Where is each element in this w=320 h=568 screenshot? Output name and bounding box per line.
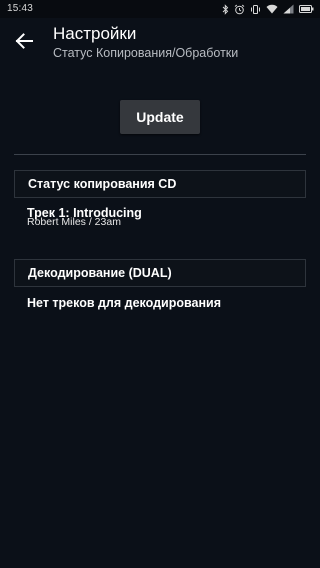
empty-decode-message: Нет треков для декодирования [27,296,221,310]
page-subtitle: Статус Копирования/Обработки [53,46,239,60]
app-bar: Настройки Статус Копирования/Обработки [0,18,320,68]
section-header-label: Декодирование (DUAL) [28,266,172,280]
status-bar: 15:43 [0,0,320,18]
battery-icon [299,5,314,13]
signal-icon [283,4,294,14]
vibrate-icon [250,4,261,15]
status-time: 15:43 [7,3,34,14]
wifi-icon [266,4,278,14]
alarm-icon [234,4,245,15]
section-header-label: Статус копирования CD [28,177,177,191]
bluetooth-icon [222,3,229,15]
section-header-cd-copy: Статус копирования CD [14,170,306,198]
status-icons [222,3,314,15]
back-button[interactable] [10,29,38,57]
page-title: Настройки [53,24,137,43]
divider [14,154,306,155]
update-button[interactable]: Update [120,100,200,134]
section-header-decode: Декодирование (DUAL) [14,259,306,287]
arrow-back-icon [15,32,33,54]
track-artist: Robert Miles / 23am [27,216,121,228]
